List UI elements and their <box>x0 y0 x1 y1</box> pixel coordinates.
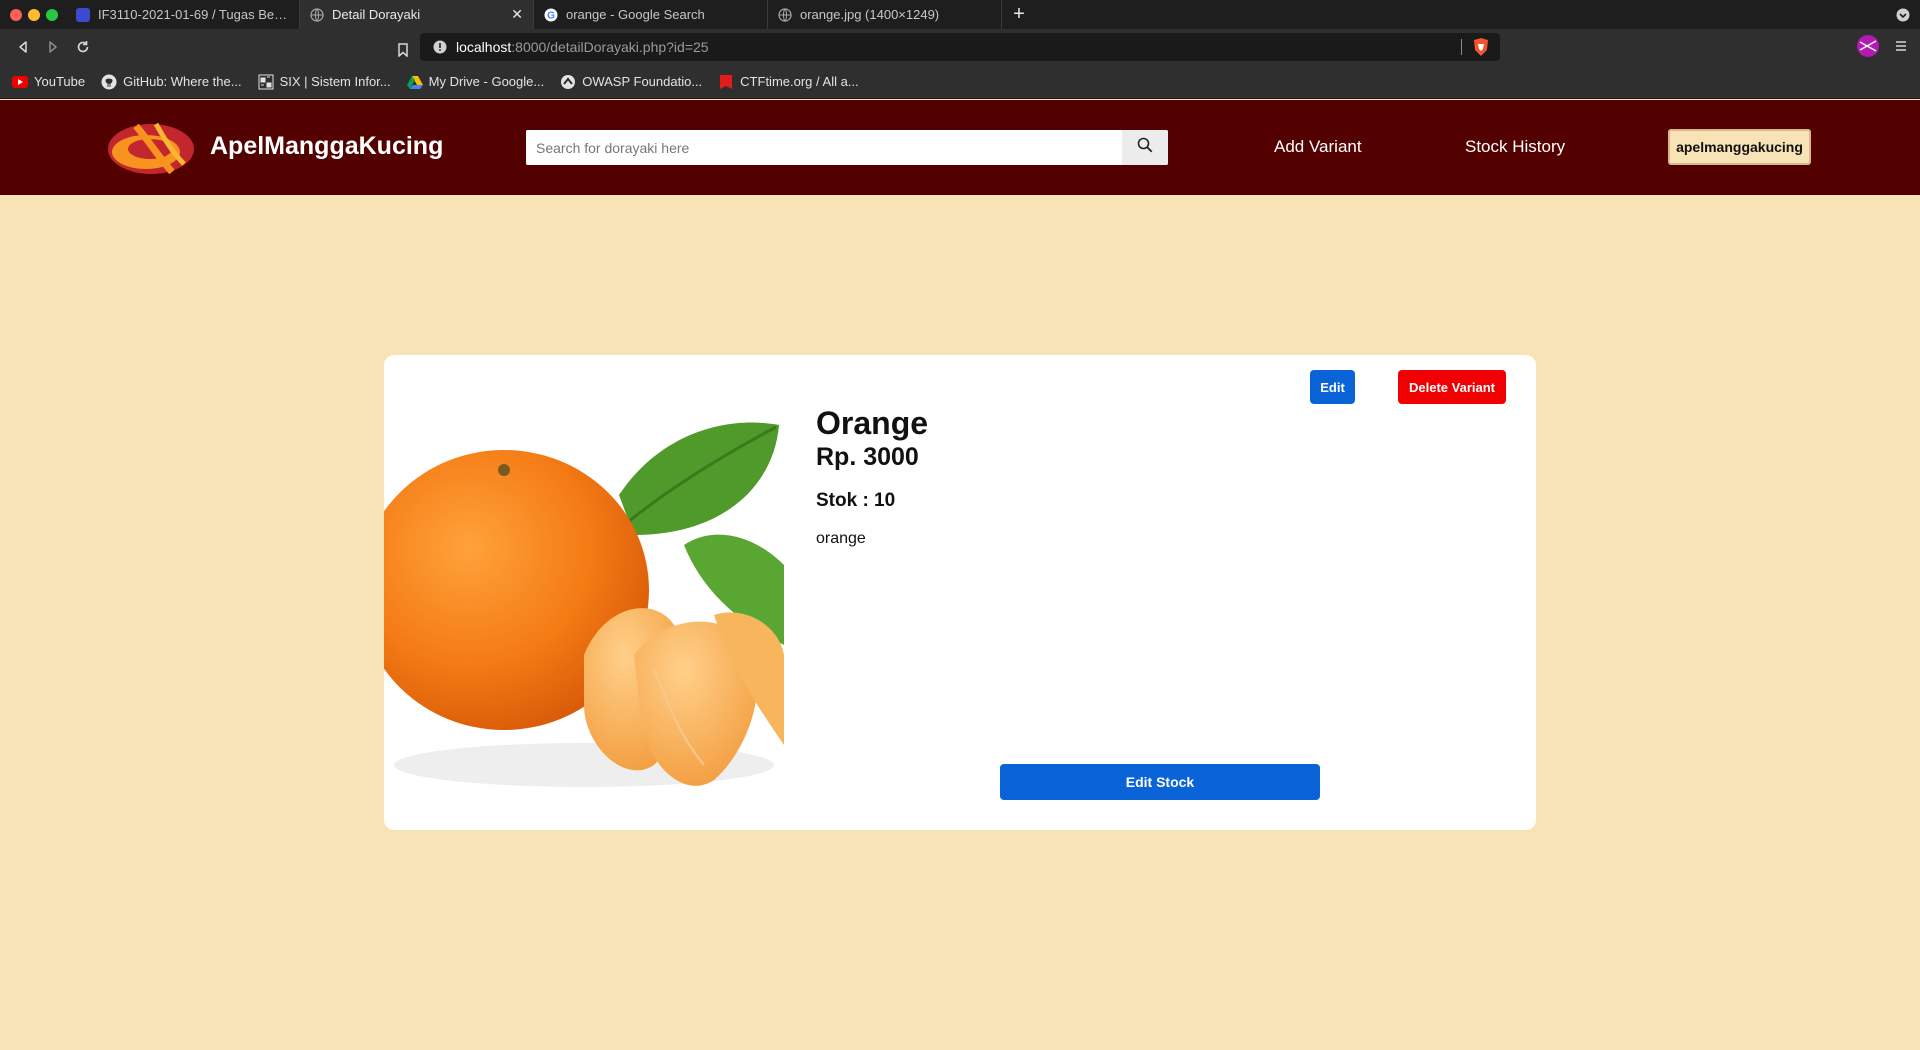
toolbar-right-icons <box>1856 34 1908 63</box>
six-icon <box>258 74 274 89</box>
forward-icon[interactable] <box>38 32 68 62</box>
address-bar[interactable]: localhost:8000/detailDorayaki.php?id=25 <box>420 33 1500 61</box>
new-tab-button[interactable]: + <box>1002 0 1036 29</box>
tab-title: IF3110-2021-01-69 / Tugas Besar 1 <box>98 7 289 22</box>
owasp-icon <box>560 74 576 89</box>
search-bar <box>526 130 1168 165</box>
bookmark-github[interactable]: GitHub: Where the... <box>101 74 242 89</box>
tab-list-chevron-down-icon[interactable] <box>1886 0 1920 29</box>
product-name: Orange <box>816 405 929 441</box>
browser-toolbar: localhost:8000/detailDorayaki.php?id=25 <box>0 29 1920 65</box>
tab-orange-jpg[interactable]: orange.jpg (1400×1249) <box>768 0 1002 29</box>
bookmark-icon[interactable] <box>388 35 418 65</box>
window-controls <box>0 0 66 29</box>
site-brand[interactable]: ApelManggaKucing <box>210 132 443 161</box>
tab-title: orange - Google Search <box>566 7 705 22</box>
tab-gitlab[interactable]: IF3110-2021-01-69 / Tugas Besar 1 <box>66 0 300 29</box>
github-icon <box>101 74 117 89</box>
url-divider <box>1461 39 1462 55</box>
site-header: ApelManggaKucing Add Variant Stock Histo… <box>0 100 1920 195</box>
user-button[interactable]: apelmanggakucing <box>1668 129 1811 165</box>
bookmark-drive[interactable]: My Drive - Google... <box>406 74 545 89</box>
bookmark-label: CTFtime.org / All a... <box>740 74 859 89</box>
youtube-icon <box>12 75 28 89</box>
product-stock: Stok : 10 <box>816 490 896 511</box>
bookmark-youtube[interactable]: YouTube <box>12 74 85 89</box>
nav-add-variant[interactable]: Add Variant <box>1274 137 1362 157</box>
google-icon: G <box>544 8 558 22</box>
bookmarks-bar: YouTube GitHub: Where the... SIX | Siste… <box>0 65 1920 99</box>
url-text: localhost:8000/detailDorayaki.php?id=25 <box>456 39 709 55</box>
gitlab-icon <box>76 7 90 22</box>
bookmark-label: YouTube <box>34 74 86 89</box>
logo-icon[interactable] <box>106 118 196 176</box>
tab-detail-dorayaki[interactable]: Detail Dorayaki ✕ <box>300 0 534 29</box>
bookmark-label: SIX | Sistem Infor... <box>279 74 391 89</box>
tab-title: Detail Dorayaki <box>332 7 421 22</box>
nav-stock-history[interactable]: Stock History <box>1465 137 1565 157</box>
bookmark-label: OWASP Foundatio... <box>582 74 703 89</box>
ctftime-icon <box>718 74 734 89</box>
minimize-window-button[interactable] <box>28 8 40 21</box>
maximize-window-button[interactable] <box>46 8 58 21</box>
profile-icon[interactable] <box>1856 34 1880 63</box>
globe-icon <box>310 7 324 22</box>
globe-icon <box>778 7 792 22</box>
url-host: localhost <box>456 39 512 55</box>
product-price: Rp. 3000 <box>816 443 919 471</box>
product-card: Orange Rp. 3000 Stok : 10 orange Edit De… <box>359 355 1536 830</box>
brave-shields-icon[interactable] <box>1472 37 1490 62</box>
site-info-icon[interactable] <box>428 40 452 54</box>
bookmark-six[interactable]: SIX | Sistem Infor... <box>258 74 391 89</box>
tab-title: orange.jpg (1400×1249) <box>800 7 940 22</box>
product-image <box>359 415 784 795</box>
back-icon[interactable] <box>8 32 38 62</box>
edit-stock-button[interactable]: Edit Stock <box>1000 764 1320 800</box>
delete-variant-button[interactable]: Delete Variant <box>1398 370 1506 404</box>
bookmark-owasp[interactable]: OWASP Foundatio... <box>560 74 702 89</box>
browser-tab-bar: IF3110-2021-01-69 / Tugas Besar 1 Detail… <box>0 0 1920 29</box>
edit-button[interactable]: Edit <box>1310 370 1355 404</box>
drive-icon <box>406 75 423 89</box>
search-button[interactable] <box>1122 130 1168 165</box>
search-icon <box>1137 137 1153 158</box>
reload-icon[interactable] <box>68 32 98 62</box>
menu-icon[interactable] <box>1894 39 1908 58</box>
close-window-button[interactable] <box>10 8 22 21</box>
product-description: orange <box>816 530 866 547</box>
svg-text:G: G <box>547 10 555 21</box>
bookmark-ctftime[interactable]: CTFtime.org / All a... <box>718 74 859 89</box>
tab-google-search[interactable]: G orange - Google Search <box>534 0 768 29</box>
bookmark-label: GitHub: Where the... <box>123 74 242 89</box>
search-input[interactable] <box>526 130 1122 165</box>
bookmark-label: My Drive - Google... <box>428 74 545 89</box>
close-tab-icon[interactable]: ✕ <box>511 6 523 23</box>
url-path: :8000/detailDorayaki.php?id=25 <box>511 39 709 55</box>
